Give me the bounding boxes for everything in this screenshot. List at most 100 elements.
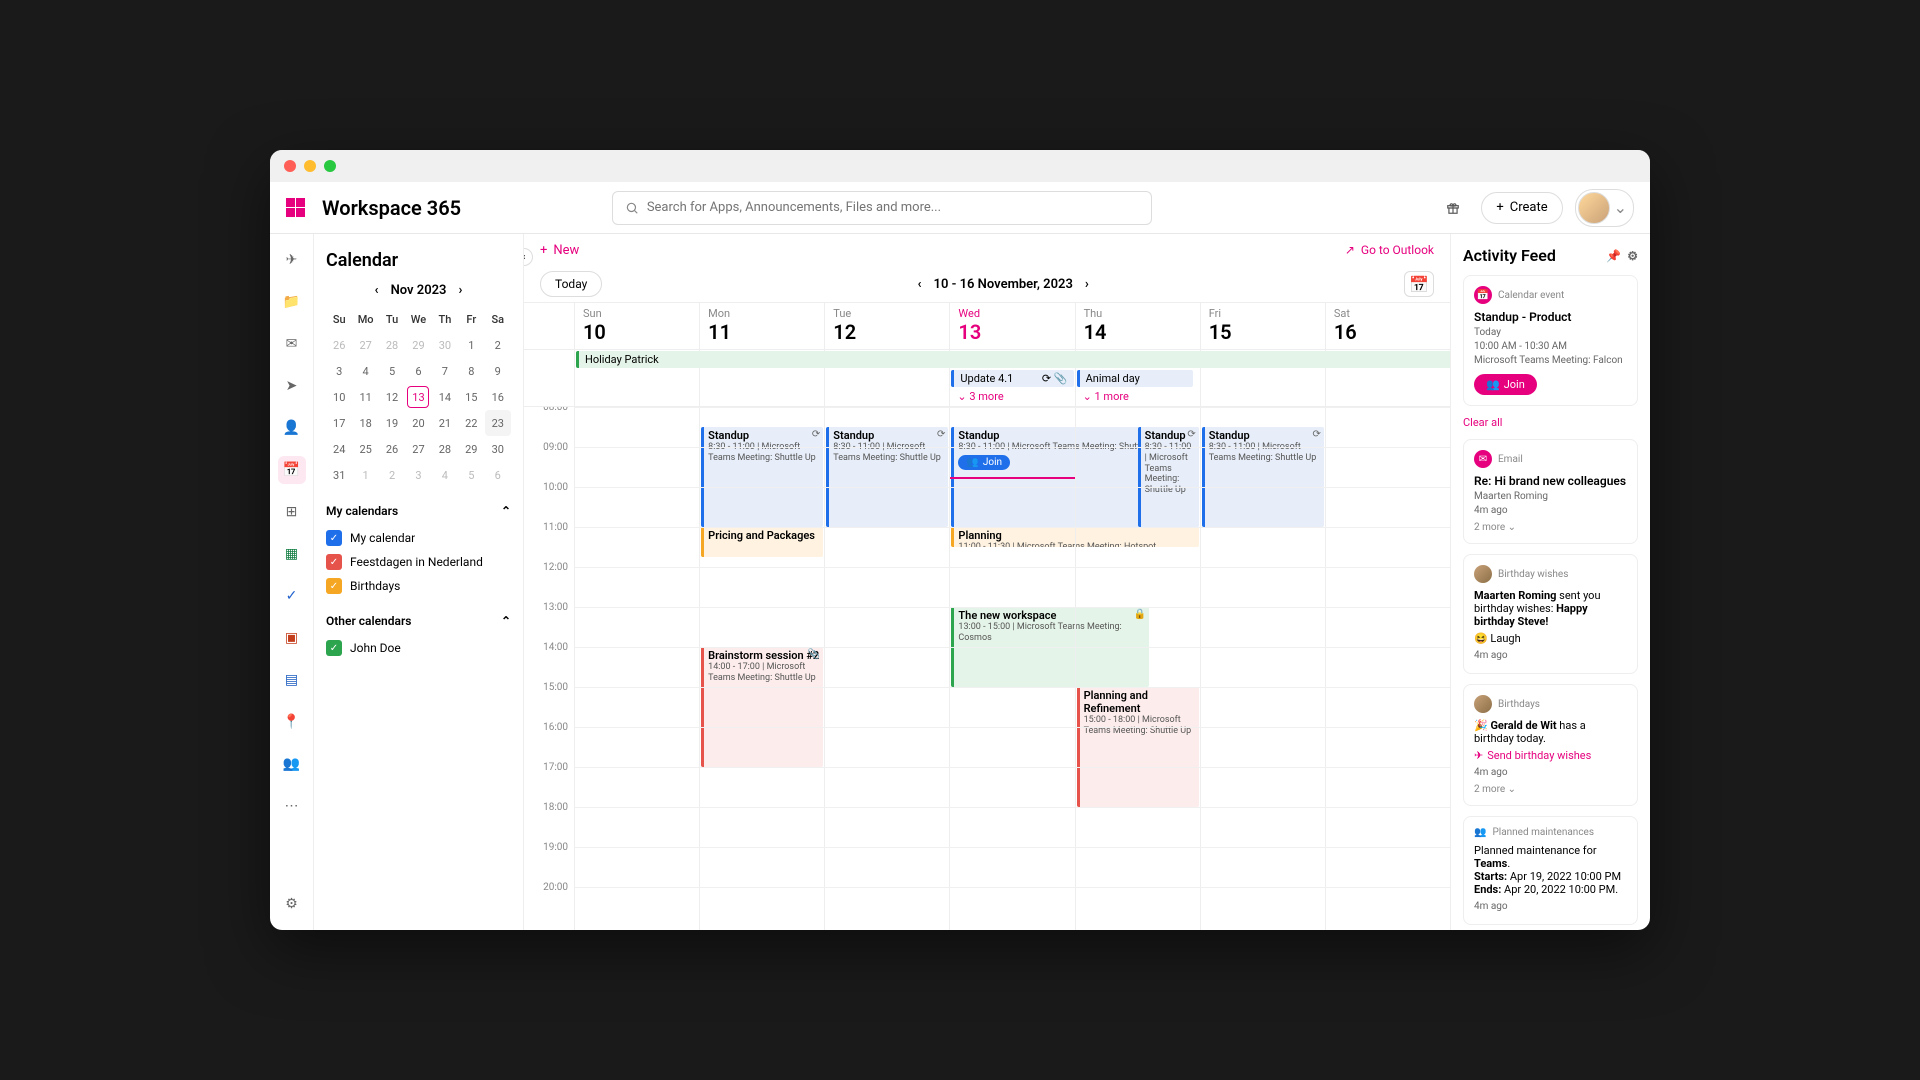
- send-wishes-link[interactable]: ✈ Send birthday wishes: [1474, 749, 1627, 762]
- rail-todo-icon[interactable]: ✓: [278, 582, 306, 610]
- month-label: Nov 2023: [391, 283, 447, 298]
- expand-more[interactable]: 2 more ⌄: [1474, 522, 1627, 533]
- more-events[interactable]: ⌄ 1 more: [1077, 388, 1199, 405]
- expand-more[interactable]: 2 more ⌄: [1474, 784, 1627, 795]
- close-dot[interactable]: [284, 160, 296, 172]
- event[interactable]: Planning and Refinement15:00 - 18:00 | M…: [1077, 687, 1199, 807]
- rail-teams-icon[interactable]: 👥: [278, 750, 306, 778]
- event[interactable]: 📎 Brainstorm session #214:00 - 17:00 | M…: [701, 647, 823, 767]
- search-box[interactable]: [612, 191, 1152, 225]
- today-button[interactable]: Today: [540, 271, 602, 297]
- plus-icon: +: [1496, 200, 1503, 215]
- window-titlebar: [270, 150, 1650, 182]
- rail-apps-icon[interactable]: ⊞: [278, 498, 306, 526]
- calendar-toggle[interactable]: ✓John Doe: [326, 636, 511, 660]
- user-menu[interactable]: ⌄: [1575, 189, 1634, 227]
- allday-cell[interactable]: Holiday Patrick: [574, 350, 699, 406]
- feed-card[interactable]: ✉Email Re: Hi brand new colleagues Maart…: [1463, 439, 1638, 544]
- rail-more-icon[interactable]: ⋯: [278, 792, 306, 820]
- attachment-icon: 📎: [808, 649, 820, 660]
- day-column[interactable]: ⟳ Standup8:30 - 11:00 | Microsoft Teams …: [1200, 407, 1325, 930]
- allday-event[interactable]: Update 4.1⟳ 📎: [951, 370, 1073, 387]
- feed-card[interactable]: Birthday wishes Maarten Roming sent you …: [1463, 554, 1638, 674]
- join-button[interactable]: 👥 Join: [958, 455, 1010, 470]
- day-column[interactable]: ⟳ Standup8:30 - 11:00 | Microsoft Teams …: [949, 407, 1074, 930]
- calendar-toggle[interactable]: ✓My calendar: [326, 526, 511, 550]
- user-avatar: [1578, 192, 1610, 224]
- chevron-up-icon: ⌃: [501, 504, 511, 518]
- open-outlook-link[interactable]: ↗Go to Outlook: [1345, 243, 1434, 257]
- chevron-up-icon: ⌃: [501, 614, 511, 628]
- feed-card[interactable]: Birthdays 🎉 Gerald de Wit has a birthday…: [1463, 684, 1638, 806]
- rail-files-icon[interactable]: 📁: [278, 288, 306, 316]
- other-calendars-header[interactable]: Other calendars⌃: [326, 614, 511, 628]
- allday-event[interactable]: Holiday Patrick: [576, 351, 1450, 368]
- day-header: Fri15: [1200, 303, 1325, 349]
- recurring-icon: ⟳: [812, 429, 820, 440]
- rail-excel-icon[interactable]: ▦: [278, 540, 306, 568]
- more-events[interactable]: ⌄ 3 more: [951, 388, 1073, 405]
- feed-card[interactable]: 📅Calendar event Standup - Product Today …: [1463, 275, 1638, 406]
- rail-ppt-icon[interactable]: ▣: [278, 624, 306, 652]
- new-event-button[interactable]: +New: [540, 243, 579, 258]
- feed-title: Activity Feed: [1463, 246, 1556, 265]
- calendar-icon: 📅: [1474, 286, 1492, 304]
- rail-nav-icon[interactable]: ✈: [278, 246, 306, 274]
- prev-month[interactable]: ‹: [375, 283, 379, 298]
- search-icon: [625, 201, 639, 215]
- rail-settings-icon[interactable]: ⚙: [278, 890, 306, 918]
- avatar: [1474, 695, 1492, 713]
- day-column[interactable]: ⟳ Standup8:30 - 11:00 | Microsoft Teams …: [824, 407, 949, 930]
- event[interactable]: Pricing and Packages: [701, 527, 823, 557]
- chevron-down-icon: ⌄: [1614, 198, 1627, 217]
- my-calendars-header[interactable]: My calendars⌃: [326, 504, 511, 518]
- external-link-icon: ↗: [1345, 243, 1355, 257]
- recurring-icon: ⟳: [1187, 429, 1195, 440]
- rail-word-icon[interactable]: ▤: [278, 666, 306, 694]
- plus-icon: +: [540, 243, 547, 258]
- app-logo: [286, 198, 306, 218]
- minimize-dot[interactable]: [304, 160, 316, 172]
- view-switcher[interactable]: 📅: [1404, 271, 1434, 297]
- calendar-toggle[interactable]: ✓Birthdays: [326, 574, 511, 598]
- day-column[interactable]: ⟳ Standup8:30 - 11:00 | Microsoft Teams …: [1075, 407, 1200, 930]
- allday-event[interactable]: Animal day: [1077, 370, 1193, 387]
- day-header: Sun10: [574, 303, 699, 349]
- day-column[interactable]: [1325, 407, 1450, 930]
- prev-week[interactable]: ‹: [917, 277, 921, 292]
- rail-send-icon[interactable]: ➤: [278, 372, 306, 400]
- event[interactable]: ⟳ Standup8:30 - 11:00 | Microsoft Teams …: [1138, 427, 1199, 527]
- next-month[interactable]: ›: [459, 283, 463, 298]
- app-name: Workspace 365: [322, 196, 461, 220]
- feed-card[interactable]: 👥Planned maintenances Planned maintenanc…: [1463, 816, 1638, 925]
- event[interactable]: ⟳ Standup8:30 - 11:00 | Microsoft Teams …: [701, 427, 823, 527]
- join-button[interactable]: 👥 Join: [1474, 374, 1537, 395]
- calendar-sidebar: Calendar ‹ Nov 2023 › SuMoTuWeThFrSa 262…: [314, 234, 524, 930]
- recurring-icon: ⟳: [1312, 429, 1320, 440]
- day-column[interactable]: [574, 407, 699, 930]
- clear-all-link[interactable]: Clear all: [1463, 416, 1638, 429]
- calendar-toggle[interactable]: ✓Feestdagen in Nederland: [326, 550, 511, 574]
- day-header: Thu14: [1075, 303, 1200, 349]
- rail-mail-icon[interactable]: ✉: [278, 330, 306, 358]
- rail-contacts-icon[interactable]: 👤: [278, 414, 306, 442]
- maximize-dot[interactable]: [324, 160, 336, 172]
- search-input[interactable]: [647, 200, 1139, 215]
- day-header: Tue12: [824, 303, 949, 349]
- event[interactable]: ⟳ Standup8:30 - 11:00 | Microsoft Teams …: [1202, 427, 1324, 527]
- day-column[interactable]: ⟳ Standup8:30 - 11:00 | Microsoft Teams …: [699, 407, 824, 930]
- event[interactable]: ⟳ Standup8:30 - 11:00 | Microsoft Teams …: [826, 427, 948, 527]
- gift-icon[interactable]: [1437, 192, 1469, 224]
- create-label: Create: [1510, 200, 1548, 215]
- app-rail: ✈ 📁 ✉ ➤ 👤 📅 ⊞ ▦ ✓ ▣ ▤ 📍 👥 ⋯ ⚙: [270, 234, 314, 930]
- day-header: Sat16: [1325, 303, 1450, 349]
- rail-maps-icon[interactable]: 📍: [278, 708, 306, 736]
- create-button[interactable]: + Create: [1481, 192, 1562, 224]
- pin-icon[interactable]: 📌: [1606, 249, 1621, 263]
- mail-icon: ✉: [1474, 450, 1492, 468]
- sidebar-title: Calendar: [326, 250, 511, 271]
- gear-icon[interactable]: ⚙: [1627, 249, 1638, 263]
- next-week[interactable]: ›: [1085, 277, 1089, 292]
- rail-calendar-icon[interactable]: 📅: [278, 456, 306, 484]
- mini-calendar[interactable]: SuMoTuWeThFrSa 262728293012 3456789 1011…: [326, 306, 511, 488]
